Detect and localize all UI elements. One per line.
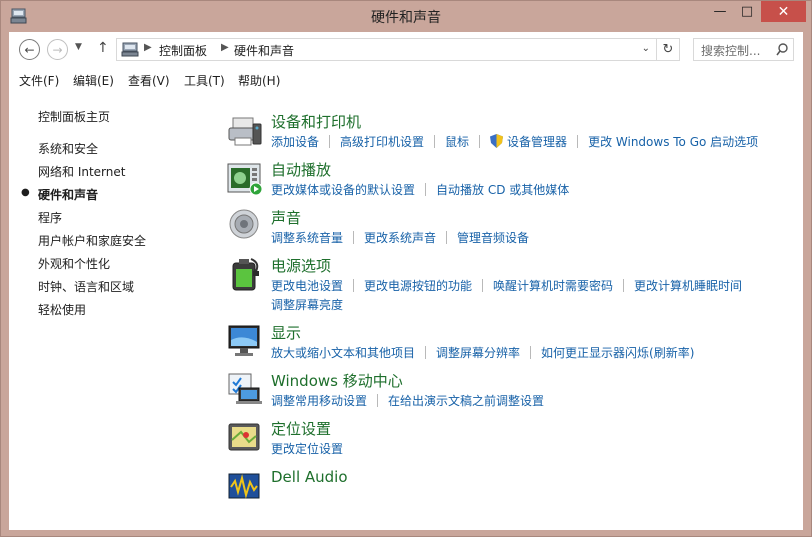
category-title[interactable]: Windows 移动中心 [271, 370, 403, 391]
navigation-bar: ← → ▼ ↑ ▶ 控制面板 ▶ 硬件和声音 ⌄ ↻ 搜索控制... [9, 32, 803, 66]
category-links: 调整系统音量 更改系统声音 管理音频设备 [271, 229, 529, 246]
location-settings-icon[interactable] [227, 420, 263, 454]
close-button[interactable]: ✕ [761, 1, 806, 22]
address-history-chevron-down-icon[interactable]: ⌄ [642, 43, 650, 54]
link-power-button-function[interactable]: 更改电源按钮的功能 [364, 277, 472, 294]
breadcrumb-separator-icon[interactable]: ▶ [144, 42, 152, 53]
category-title[interactable]: 声音 [271, 207, 301, 228]
address-bar[interactable]: ▶ 控制面板 ▶ 硬件和声音 ⌄ [116, 38, 657, 61]
link-divider [353, 279, 355, 292]
sidebar-item-programs[interactable]: 程序 [38, 209, 62, 226]
uac-shield-icon [490, 134, 504, 148]
breadcrumb-separator-icon[interactable]: ▶ [221, 42, 229, 53]
category-title[interactable]: 自动播放 [271, 159, 331, 180]
link-adjust-before-presentation[interactable]: 在给出演示文稿之前调整设置 [388, 392, 544, 409]
power-options-icon[interactable] [227, 257, 263, 291]
menu-tools[interactable]: 工具(T) [184, 72, 225, 89]
display-icon[interactable] [227, 324, 263, 358]
link-windows-to-go[interactable]: 更改 Windows To Go 启动选项 [588, 133, 758, 150]
forward-button[interactable]: → [47, 39, 68, 60]
category-title[interactable]: 定位设置 [271, 418, 331, 439]
link-change-battery-settings[interactable]: 更改电池设置 [271, 277, 343, 294]
window-title: 硬件和声音 [371, 10, 441, 26]
sidebar-item-user-accounts[interactable]: 用户帐户和家庭安全 [38, 232, 146, 249]
link-device-manager[interactable]: 设备管理器 [507, 133, 567, 150]
link-change-sleep-time[interactable]: 更改计算机睡眠时间 [634, 277, 742, 294]
link-adjust-brightness[interactable]: 调整屏幕亮度 [271, 296, 343, 313]
link-divider [482, 279, 484, 292]
category-title[interactable]: 电源选项 [271, 255, 331, 276]
autoplay-icon[interactable] [227, 162, 263, 196]
sidebar-item-clock-region[interactable]: 时钟、语言和区域 [38, 278, 134, 295]
link-autoplay-cd[interactable]: 自动播放 CD 或其他媒体 [436, 181, 569, 198]
link-divider [446, 231, 448, 244]
link-divider [623, 279, 625, 292]
link-divider [530, 346, 532, 359]
sidebar-item-network[interactable]: 网络和 Internet [38, 163, 125, 180]
minimize-button[interactable]: — [707, 1, 733, 22]
mobility-center-icon[interactable] [227, 372, 263, 406]
category-links: 更改媒体或设备的默认设置 自动播放 CD 或其他媒体 [271, 181, 569, 198]
devices-printers-icon[interactable] [227, 114, 263, 148]
maximize-button[interactable]: □ [734, 1, 760, 22]
active-bullet-icon: ● [21, 187, 30, 198]
link-make-text-larger-smaller[interactable]: 放大或缩小文本和其他项目 [271, 344, 415, 361]
category-title[interactable]: 设备和打印机 [271, 111, 361, 132]
category-links: 更改定位设置 [271, 440, 343, 457]
link-divider [425, 346, 427, 359]
recent-locations-chevron-down-icon[interactable]: ▼ [75, 42, 82, 52]
menu-bar: 文件(F) 编辑(E) 查看(V) 工具(T) 帮助(H) [9, 69, 803, 91]
menu-edit[interactable]: 编辑(E) [73, 72, 114, 89]
dell-audio-icon[interactable] [227, 470, 263, 504]
control-panel-window: 硬件和声音 — □ ✕ ← → ▼ ↑ ▶ 控制面板 ▶ 硬件和声音 ⌄ ↻ 搜… [0, 0, 812, 537]
category-links: 调整常用移动设置 在给出演示文稿之前调整设置 [271, 392, 544, 409]
category-links: 更改电池设置 更改电源按钮的功能 唤醒计算机时需要密码 更改计算机睡眠时间 [271, 277, 742, 294]
refresh-button[interactable]: ↻ [657, 38, 680, 61]
link-require-password-wake[interactable]: 唤醒计算机时需要密码 [493, 277, 613, 294]
menu-file[interactable]: 文件(F) [19, 72, 59, 89]
link-add-device[interactable]: 添加设备 [271, 133, 319, 150]
link-adjust-mobility-settings[interactable]: 调整常用移动设置 [271, 392, 367, 409]
sidebar-item-ease-of-access[interactable]: 轻松使用 [38, 301, 86, 318]
speaker-icon[interactable] [227, 208, 263, 242]
window-client-area: ← → ▼ ↑ ▶ 控制面板 ▶ 硬件和声音 ⌄ ↻ 搜索控制... 文件(F)… [9, 32, 803, 530]
sidebar-item-hardware-sound: 硬件和声音 [38, 188, 99, 202]
link-divider [434, 135, 436, 148]
link-fix-flicker-refresh[interactable]: 如何更正显示器闪烁(刷新率) [541, 344, 694, 361]
link-divider [577, 135, 579, 148]
category-links: 添加设备 高级打印机设置 鼠标 设备管理器 更改 Windows To Go 启动选项 [271, 133, 758, 150]
link-divider [377, 394, 379, 407]
link-change-location-settings[interactable]: 更改定位设置 [271, 440, 343, 457]
link-adjust-volume[interactable]: 调整系统音量 [271, 229, 343, 246]
link-divider [479, 135, 481, 148]
breadcrumb-hardware-sound[interactable]: 硬件和声音 [234, 42, 294, 59]
category-title[interactable]: 显示 [271, 322, 301, 343]
search-placeholder: 搜索控制... [701, 44, 761, 58]
link-mouse[interactable]: 鼠标 [445, 133, 469, 150]
link-advanced-printer-setup[interactable]: 高级打印机设置 [340, 133, 424, 150]
category-links: 调整屏幕亮度 [271, 296, 343, 313]
breadcrumb-control-panel[interactable]: 控制面板 [159, 42, 207, 59]
link-divider [425, 183, 427, 196]
search-icon[interactable] [776, 43, 788, 56]
title-bar[interactable]: 硬件和声音 — □ ✕ [1, 1, 811, 32]
link-divider [329, 135, 331, 148]
link-adjust-resolution[interactable]: 调整屏幕分辨率 [436, 344, 520, 361]
sidebar-item-system-security[interactable]: 系统和安全 [38, 140, 98, 157]
sidebar-item-appearance[interactable]: 外观和个性化 [38, 255, 110, 272]
link-manage-audio-devices[interactable]: 管理音频设备 [457, 229, 529, 246]
up-button[interactable]: ↑ [97, 40, 109, 56]
link-change-system-sounds[interactable]: 更改系统声音 [364, 229, 436, 246]
menu-help[interactable]: 帮助(H) [238, 72, 280, 89]
category-title[interactable]: Dell Audio [271, 468, 348, 486]
back-button[interactable]: ← [19, 39, 40, 60]
category-links: 放大或缩小文本和其他项目 调整屏幕分辨率 如何更正显示器闪烁(刷新率) [271, 344, 694, 361]
search-input[interactable]: 搜索控制... [693, 38, 794, 61]
link-change-media-defaults[interactable]: 更改媒体或设备的默认设置 [271, 181, 415, 198]
link-divider [353, 231, 355, 244]
sidebar-item-home[interactable]: 控制面板主页 [38, 108, 110, 125]
menu-view[interactable]: 查看(V) [128, 72, 170, 89]
control-panel-icon [121, 42, 139, 57]
